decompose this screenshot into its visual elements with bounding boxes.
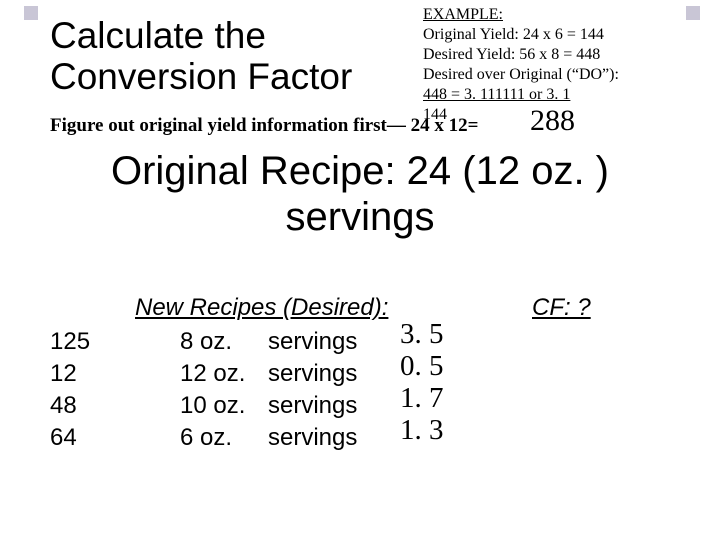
original-recipe-line1: Original Recipe: 24 (12 oz. ) [111,149,609,193]
count-column: 125 12 48 64 [50,326,90,454]
size-column: 8 oz. 12 oz. 10 oz. 6 oz. [180,326,245,454]
example-line-fraction-top: 448 = 3. 111111 or 3. 1 [423,85,703,105]
servings-row-3: servings [268,422,357,454]
size-row-0: 8 oz. [180,326,245,358]
cf-column: 3. 5 0. 5 1. 7 1. 3 [400,318,444,446]
original-recipe-heading: Original Recipe: 24 (12 oz. ) servings [0,148,720,241]
servings-column: servings servings servings servings [268,326,357,454]
size-row-2: 10 oz. [180,390,245,422]
slide-title: Calculate the Conversion Factor [50,16,400,97]
cf-row-3: 1. 3 [400,414,444,446]
decor-square-top-left [24,6,38,20]
figure-out-line: Figure out original yield information fi… [50,115,478,137]
size-row-3: 6 oz. [180,422,245,454]
count-row-3: 64 [50,422,90,454]
example-line-desired: Desired Yield: 56 x 8 = 448 [423,45,703,65]
slide: Calculate the Conversion Factor EXAMPLE:… [0,0,720,540]
example-heading: EXAMPLE: [423,5,703,25]
cf-row-0: 3. 5 [400,318,444,350]
count-row-1: 12 [50,358,90,390]
count-row-2: 48 [50,390,90,422]
servings-row-0: servings [268,326,357,358]
cf-row-2: 1. 7 [400,382,444,414]
count-row-0: 125 [50,326,90,358]
example-line-original: Original Yield: 24 x 6 = 144 [423,25,703,45]
original-recipe-line2: servings [286,195,435,239]
new-recipes-header: New Recipes (Desired): [135,294,388,322]
cf-row-1: 0. 5 [400,350,444,382]
size-row-1: 12 oz. [180,358,245,390]
servings-row-2: servings [268,390,357,422]
example-line-do: Desired over Original (“DO”): [423,65,703,85]
cf-header: CF: ? [532,294,591,322]
figure-out-result: 288 [530,104,575,138]
servings-row-1: servings [268,358,357,390]
